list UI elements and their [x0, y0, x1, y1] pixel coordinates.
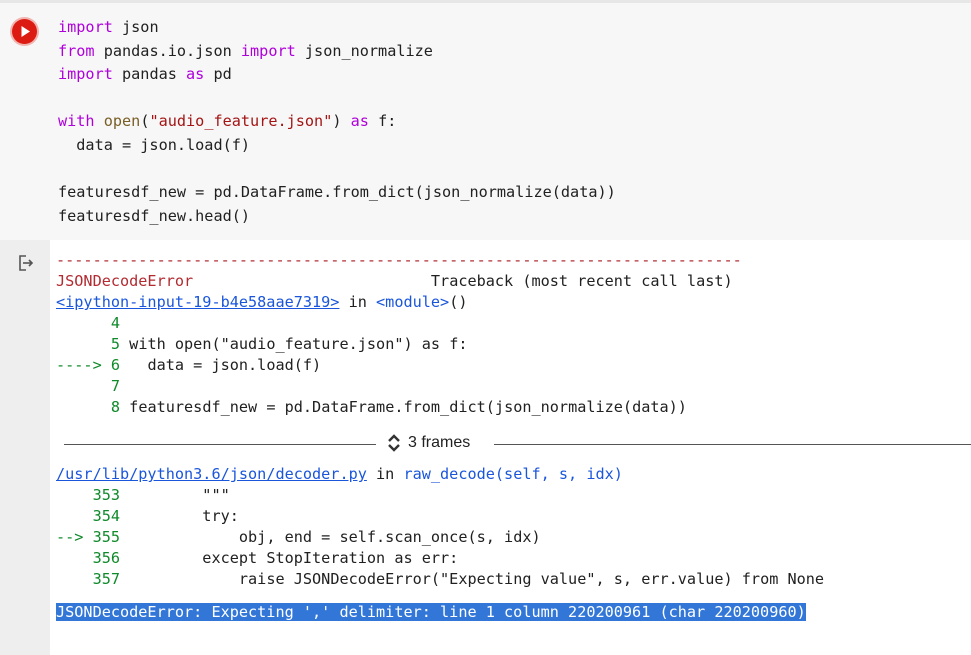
line-arrow — [56, 335, 111, 353]
code-line: from pandas.io.json import json_normaliz… — [58, 41, 433, 60]
traceback-title: Traceback (most recent call last) — [430, 272, 733, 290]
error-name: JSONDecodeError — [56, 272, 194, 290]
line-code: featuresdf_new = pd.DataFrame.from_dict(… — [120, 398, 687, 416]
line-code: data = json.load(f) — [120, 356, 322, 374]
traceback-line: 5 with open("audio_feature.json") as f: — [56, 334, 971, 355]
traceback-line: 354 try: — [56, 506, 971, 527]
final-error-message: JSONDecodeError: Expecting ',' delimiter… — [56, 603, 806, 621]
line-number: 6 — [110, 356, 121, 374]
frame2-code: 353 """ 354 try: --> 355 obj, end = self.… — [56, 485, 971, 590]
traceback-line: 4 — [56, 313, 971, 334]
traceback-line: --> 355 obj, end = self.scan_once(s, idx… — [56, 527, 971, 548]
line-number: 8 — [110, 398, 121, 416]
code-line: featuresdf_new.head() — [58, 206, 251, 225]
ipython-input-link[interactable]: <ipython-input-19-b4e58aae7319> — [56, 293, 339, 311]
line-arrow — [56, 398, 111, 416]
frame-function: raw_decode(self, s, idx) — [403, 465, 623, 483]
line-arrow — [56, 314, 111, 332]
line-number: 356 — [92, 549, 121, 567]
divider — [64, 444, 376, 445]
divider — [494, 444, 971, 445]
line-number: 357 — [92, 570, 121, 588]
line-code: obj, end = self.scan_once(s, idx) — [120, 528, 541, 546]
run-cell-button[interactable] — [12, 19, 37, 44]
line-code: try: — [120, 507, 239, 525]
collapsed-frames: 3 frames — [56, 426, 971, 464]
unfold-icon — [388, 434, 400, 452]
code-line: import json — [58, 18, 159, 36]
line-arrow: ----> — [56, 356, 111, 374]
line-arrow — [56, 549, 93, 567]
line-number: 353 — [92, 486, 121, 504]
frames-count: 3 frames — [408, 434, 471, 451]
frame1-code: 4 5 with open("audio_feature.json") as f… — [56, 313, 971, 418]
line-code: except StopIteration as err: — [120, 549, 459, 567]
frame-location: <ipython-input-19-b4e58aae7319> in <modu… — [56, 293, 468, 311]
line-arrow: --> — [56, 528, 93, 546]
line-arrow — [56, 486, 93, 504]
output-gutter — [0, 240, 50, 655]
expand-frames-button[interactable]: 3 frames — [386, 432, 470, 454]
output-redirect-icon[interactable] — [17, 254, 35, 276]
frame-location: /usr/lib/python3.6/json/decoder.py in ra… — [56, 465, 623, 483]
traceback-separator: ----------------------------------------… — [56, 251, 742, 269]
traceback-line: 357 raise JSONDecodeError("Expecting val… — [56, 569, 971, 590]
line-code: with open("audio_feature.json") as f: — [120, 335, 468, 353]
decoder-file-link[interactable]: /usr/lib/python3.6/json/decoder.py — [56, 465, 367, 483]
line-arrow — [56, 377, 111, 395]
line-code: raise JSONDecodeError("Expecting value",… — [120, 570, 825, 588]
code-line: featuresdf_new = pd.DataFrame.from_dict(… — [58, 183, 616, 202]
traceback-line: 8 featuresdf_new = pd.DataFrame.from_dic… — [56, 397, 971, 418]
play-icon — [21, 26, 30, 37]
cell-output: ----------------------------------------… — [56, 250, 971, 623]
line-number: 5 — [110, 335, 121, 353]
frame-function: <module> — [376, 293, 450, 311]
code-editor[interactable]: import json from pandas.io.json import j… — [58, 16, 616, 228]
code-line: import pandas as pd — [58, 65, 232, 84]
traceback-line: ----> 6 data = json.load(f) — [56, 355, 971, 376]
final-error-line[interactable]: JSONDecodeError: Expecting ',' delimiter… — [56, 602, 971, 623]
line-number: 355 — [92, 528, 121, 546]
line-code: """ — [120, 486, 230, 504]
code-line: data = json.load(f) — [58, 135, 251, 154]
line-number: 354 — [92, 507, 121, 525]
traceback-header: JSONDecodeError Traceback (most recent c… — [56, 271, 971, 292]
traceback-line: 7 — [56, 376, 971, 397]
traceback-line: 353 """ — [56, 485, 971, 506]
line-arrow — [56, 507, 93, 525]
traceback-line: 356 except StopIteration as err: — [56, 548, 971, 569]
code-cell[interactable]: import json from pandas.io.json import j… — [0, 3, 971, 240]
line-arrow — [56, 570, 93, 588]
line-number: 7 — [110, 377, 121, 395]
line-number: 4 — [110, 314, 121, 332]
code-line: with open("audio_feature.json") as f: — [58, 112, 397, 131]
